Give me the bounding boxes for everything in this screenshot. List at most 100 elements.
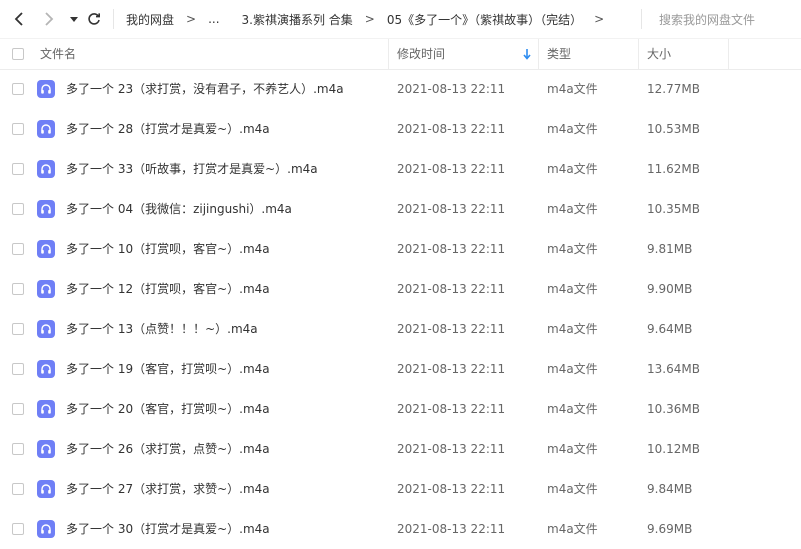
- audio-file-icon: [37, 360, 55, 378]
- refresh-button[interactable]: [83, 8, 105, 30]
- breadcrumb-root[interactable]: 我的网盘: [126, 11, 174, 28]
- file-row[interactable]: 多了一个 26（求打赏，点赞~）.m4a 2021-08-13 22:11 m4a文…: [0, 429, 801, 469]
- file-name[interactable]: 多了一个 33（听故事，打赏才是真爱~）.m4a: [66, 149, 318, 189]
- row-checkbox[interactable]: [12, 203, 24, 215]
- file-size: 10.35MB: [647, 202, 700, 216]
- file-size: 10.53MB: [647, 122, 700, 136]
- row-checkbox[interactable]: [12, 483, 24, 495]
- file-row[interactable]: 多了一个 30（打赏才是真爱~）.m4a 2021-08-13 22:11 m4a文…: [0, 509, 801, 549]
- file-row[interactable]: 多了一个 33（听故事，打赏才是真爱~）.m4a 2021-08-13 22:11…: [0, 149, 801, 189]
- file-type: m4a文件: [547, 162, 598, 176]
- forward-button[interactable]: [37, 8, 59, 30]
- row-checkbox[interactable]: [12, 443, 24, 455]
- file-modified-time: 2021-08-13 22:11: [397, 482, 506, 496]
- row-checkbox[interactable]: [12, 523, 24, 535]
- file-name[interactable]: 多了一个 28（打赏才是真爱~）.m4a: [66, 109, 270, 149]
- audio-file-icon: [37, 320, 55, 338]
- breadcrumb-separator: >: [364, 12, 375, 26]
- file-size: 9.81MB: [647, 242, 693, 256]
- file-row[interactable]: 多了一个 12（打赏呗，客官~）.m4a 2021-08-13 22:11 m4a文…: [0, 269, 801, 309]
- file-size: 10.36MB: [647, 402, 700, 416]
- column-divider[interactable]: [388, 39, 389, 69]
- column-divider[interactable]: [728, 39, 729, 69]
- row-checkbox[interactable]: [12, 363, 24, 375]
- headphones-icon: [41, 324, 51, 334]
- column-header-type[interactable]: 类型: [547, 39, 571, 69]
- file-modified-time: 2021-08-13 22:11: [397, 322, 506, 336]
- sort-descending-icon: [523, 49, 531, 60]
- file-name[interactable]: 多了一个 20（客官，打赏呗~）.m4a: [66, 389, 270, 429]
- file-size: 13.64MB: [647, 362, 700, 376]
- file-size: 9.84MB: [647, 482, 693, 496]
- file-row[interactable]: 多了一个 23（求打赏，没有君子，不养艺人）.m4a 2021-08-13 22:…: [0, 69, 801, 109]
- navigation-bar: 我的网盘 > ... 3.紫祺演播系列 合集 > 05《多了一个》（紫祺故事）（…: [0, 0, 801, 38]
- audio-file-icon: [37, 120, 55, 138]
- headphones-icon: [41, 364, 51, 374]
- headphones-icon: [41, 404, 51, 414]
- audio-file-icon: [37, 240, 55, 258]
- column-header-modified[interactable]: 修改时间: [397, 39, 445, 69]
- file-list: 多了一个 23（求打赏，没有君子，不养艺人）.m4a 2021-08-13 22:…: [0, 69, 801, 549]
- file-type: m4a文件: [547, 362, 598, 376]
- file-type: m4a文件: [547, 482, 598, 496]
- file-modified-time: 2021-08-13 22:11: [397, 82, 506, 96]
- column-header-size[interactable]: 大小: [647, 39, 671, 69]
- file-row[interactable]: 多了一个 28（打赏才是真爱~）.m4a 2021-08-13 22:11 m4a文…: [0, 109, 801, 149]
- sort-arrow-down-icon[interactable]: [522, 39, 532, 69]
- breadcrumb-separator: >: [594, 12, 605, 26]
- row-checkbox[interactable]: [12, 283, 24, 295]
- select-all-checkbox[interactable]: [12, 48, 24, 60]
- file-name[interactable]: 多了一个 12（打赏呗，客官~）.m4a: [66, 269, 270, 309]
- back-button[interactable]: [9, 8, 31, 30]
- file-type: m4a文件: [547, 82, 598, 96]
- headphones-icon: [41, 204, 51, 214]
- row-checkbox[interactable]: [12, 163, 24, 175]
- row-checkbox[interactable]: [12, 403, 24, 415]
- headphones-icon: [41, 484, 51, 494]
- file-name[interactable]: 多了一个 13（点赞！！！~）.m4a: [66, 309, 258, 349]
- file-type: m4a文件: [547, 442, 598, 456]
- file-name[interactable]: 多了一个 30（打赏才是真爱~）.m4a: [66, 509, 270, 549]
- nav-divider: [113, 9, 114, 29]
- file-name[interactable]: 多了一个 27（求打赏，求赞~）.m4a: [66, 469, 270, 509]
- file-modified-time: 2021-08-13 22:11: [397, 282, 506, 296]
- file-type: m4a文件: [547, 402, 598, 416]
- row-checkbox[interactable]: [12, 323, 24, 335]
- file-row[interactable]: 多了一个 10（打赏呗，客官~）.m4a 2021-08-13 22:11 m4a文…: [0, 229, 801, 269]
- file-name[interactable]: 多了一个 26（求打赏，点赞~）.m4a: [66, 429, 270, 469]
- audio-file-icon: [37, 80, 55, 98]
- audio-file-icon: [37, 160, 55, 178]
- file-type: m4a文件: [547, 322, 598, 336]
- file-list-header: 文件名 修改时间 类型 大小: [0, 38, 801, 70]
- breadcrumb-ellipsis[interactable]: ...: [208, 12, 219, 26]
- file-size: 10.12MB: [647, 442, 700, 456]
- file-name[interactable]: 多了一个 19（客官，打赏呗~）.m4a: [66, 349, 270, 389]
- column-divider[interactable]: [538, 39, 539, 69]
- file-size: 11.62MB: [647, 162, 700, 176]
- history-dropdown-button[interactable]: [63, 8, 85, 30]
- column-divider[interactable]: [638, 39, 639, 69]
- breadcrumb-series-folder[interactable]: 3.紫祺演播系列 合集: [242, 11, 353, 28]
- file-size: 9.69MB: [647, 522, 693, 536]
- file-modified-time: 2021-08-13 22:11: [397, 442, 506, 456]
- file-row[interactable]: 多了一个 13（点赞！！！~）.m4a 2021-08-13 22:11 m4a文件…: [0, 309, 801, 349]
- file-modified-time: 2021-08-13 22:11: [397, 402, 506, 416]
- file-name[interactable]: 多了一个 04（我微信：zijingushi）.m4a: [66, 189, 292, 229]
- file-size: 12.77MB: [647, 82, 700, 96]
- file-name[interactable]: 多了一个 10（打赏呗，客官~）.m4a: [66, 229, 270, 269]
- search-input[interactable]: [642, 10, 799, 30]
- arrow-left-icon: [14, 12, 23, 26]
- file-name[interactable]: 多了一个 23（求打赏，没有君子，不养艺人）.m4a: [66, 69, 344, 109]
- breadcrumb-current-folder[interactable]: 05《多了一个》（紫祺故事）（完结）: [387, 11, 582, 28]
- row-checkbox[interactable]: [12, 243, 24, 255]
- file-row[interactable]: 多了一个 20（客官，打赏呗~）.m4a 2021-08-13 22:11 m4a文…: [0, 389, 801, 429]
- file-row[interactable]: 多了一个 19（客官，打赏呗~）.m4a 2021-08-13 22:11 m4a文…: [0, 349, 801, 389]
- headphones-icon: [41, 284, 51, 294]
- file-modified-time: 2021-08-13 22:11: [397, 202, 506, 216]
- file-row[interactable]: 多了一个 04（我微信：zijingushi）.m4a 2021-08-13 22…: [0, 189, 801, 229]
- row-checkbox[interactable]: [12, 123, 24, 135]
- file-row[interactable]: 多了一个 27（求打赏，求赞~）.m4a 2021-08-13 22:11 m4a文…: [0, 469, 801, 509]
- refresh-icon: [88, 13, 100, 25]
- row-checkbox[interactable]: [12, 83, 24, 95]
- column-header-name[interactable]: 文件名: [40, 39, 76, 69]
